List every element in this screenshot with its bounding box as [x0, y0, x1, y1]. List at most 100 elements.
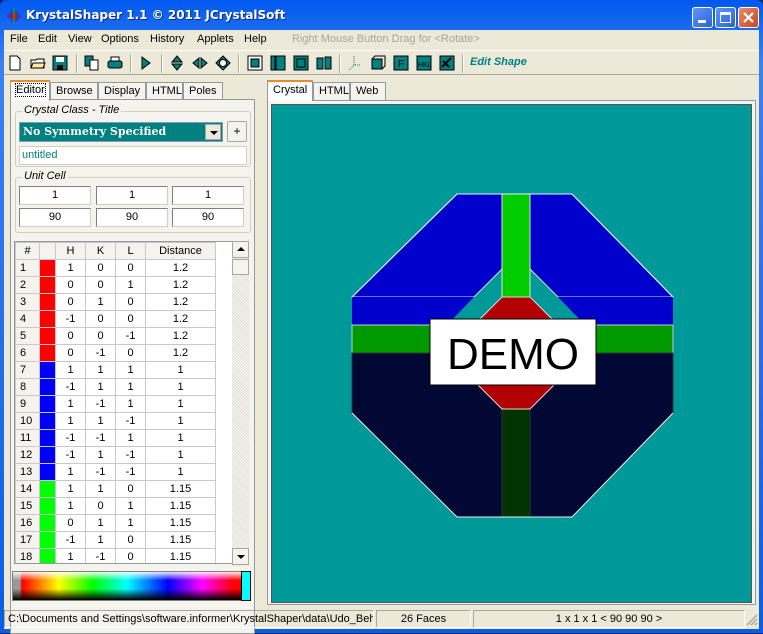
cell-distance[interactable]: 1 [145, 463, 216, 481]
row-number[interactable]: 18 [15, 548, 40, 563]
cell-h[interactable]: 1 [55, 480, 86, 498]
menu-file[interactable]: File [10, 33, 28, 45]
table-row[interactable]: 3 0 1 0 1.2 [15, 293, 216, 311]
cell-distance[interactable]: 1.2 [145, 344, 216, 362]
face-color-swatch[interactable] [39, 480, 56, 498]
color-palette[interactable] [12, 571, 242, 601]
tab-html[interactable]: HTML [146, 82, 183, 100]
cell-k[interactable]: 0 [85, 276, 116, 294]
rotate-horizontal-icon[interactable] [192, 55, 208, 71]
cell-h[interactable]: -1 [55, 378, 86, 396]
col-color-header[interactable] [39, 242, 56, 260]
tab-editor[interactable]: Editor [10, 80, 50, 101]
cell-h[interactable]: -1 [55, 446, 86, 464]
cell-beta-input[interactable]: 90 [96, 208, 168, 227]
row-number[interactable]: 16 [15, 514, 40, 532]
play-icon[interactable] [138, 55, 154, 71]
table-row[interactable]: 15 1 0 1 1.15 [15, 497, 216, 515]
row-number[interactable]: 2 [15, 276, 40, 294]
face-color-swatch[interactable] [39, 276, 56, 294]
col-distance-header[interactable]: Distance [145, 242, 216, 260]
cell-distance[interactable]: 1.15 [145, 531, 216, 549]
scroll-thumb[interactable] [232, 259, 249, 275]
cell-h[interactable]: 1 [55, 497, 86, 515]
cell-distance[interactable]: 1 [145, 395, 216, 413]
cell-k[interactable]: -1 [85, 429, 116, 447]
cell-l[interactable]: 1 [115, 276, 146, 294]
cell-distance[interactable]: 1 [145, 361, 216, 379]
cell-h[interactable]: 0 [55, 293, 86, 311]
cell-l[interactable]: 0 [115, 293, 146, 311]
table-row[interactable]: 12 -1 1 -1 1 [15, 446, 216, 464]
open-icon[interactable] [30, 55, 46, 71]
face-color-swatch[interactable] [39, 548, 56, 563]
cell-l[interactable]: 0 [115, 480, 146, 498]
face-color-swatch[interactable] [39, 378, 56, 396]
face-color-swatch[interactable] [39, 395, 56, 413]
cell-k[interactable]: 0 [85, 310, 116, 328]
maximize-button[interactable] [715, 7, 736, 28]
cell-h[interactable]: -1 [55, 531, 86, 549]
row-number[interactable]: 11 [15, 429, 40, 447]
face-color-swatch[interactable] [39, 310, 56, 328]
cell-k[interactable]: 1 [85, 446, 116, 464]
resize-grip-icon[interactable] [746, 614, 758, 626]
table-row[interactable]: 16 0 1 1 1.15 [15, 514, 216, 532]
view-side-icon[interactable] [270, 55, 286, 71]
table-row[interactable]: 14 1 1 0 1.15 [15, 480, 216, 498]
cell-l[interactable]: 0 [115, 531, 146, 549]
cell-b-input[interactable]: 1 [96, 186, 168, 205]
cell-h[interactable]: 0 [55, 276, 86, 294]
menu-options[interactable]: Options [101, 33, 139, 45]
table-row[interactable]: 2 0 0 1 1.2 [15, 276, 216, 294]
cell-k[interactable]: 1 [85, 361, 116, 379]
menu-applets[interactable]: Applets [197, 33, 234, 45]
col-l-header[interactable]: L [115, 242, 146, 260]
row-number[interactable]: 12 [15, 446, 40, 464]
row-number[interactable]: 14 [15, 480, 40, 498]
selected-color-swatch[interactable] [241, 571, 251, 601]
face-color-swatch[interactable] [39, 463, 56, 481]
cell-distance[interactable]: 1.2 [145, 310, 216, 328]
add-class-button[interactable]: + [227, 121, 247, 142]
row-number[interactable]: 4 [15, 310, 40, 328]
tab-web[interactable]: Web [350, 82, 386, 100]
cell-l[interactable]: -1 [115, 463, 146, 481]
cell-distance[interactable]: 1 [145, 412, 216, 430]
cell-h[interactable]: -1 [55, 429, 86, 447]
rotate-circular-icon[interactable] [215, 55, 231, 71]
cell-l[interactable]: 0 [115, 310, 146, 328]
cell-distance[interactable]: 1.15 [145, 514, 216, 532]
col-h-header[interactable]: H [55, 242, 86, 260]
col-k-header[interactable]: K [85, 242, 116, 260]
cell-distance[interactable]: 1.2 [145, 327, 216, 345]
cell-k[interactable]: -1 [85, 344, 116, 362]
cell-h[interactable]: 0 [55, 344, 86, 362]
tab-crystal[interactable]: Crystal [267, 80, 313, 101]
face-color-swatch[interactable] [39, 497, 56, 515]
cell-k[interactable]: 1 [85, 378, 116, 396]
table-row[interactable]: 6 0 -1 0 1.2 [15, 344, 216, 362]
row-number[interactable]: 3 [15, 293, 40, 311]
table-row[interactable]: 5 0 0 -1 1.2 [15, 327, 216, 345]
col-number-header[interactable]: # [15, 242, 40, 260]
view-top-icon[interactable] [293, 55, 309, 71]
cell-l[interactable]: 1 [115, 514, 146, 532]
cell-k[interactable]: 0 [85, 259, 116, 277]
cell-distance[interactable]: 1.15 [145, 548, 216, 563]
row-number[interactable]: 1 [15, 259, 40, 277]
cell-k[interactable]: -1 [85, 548, 116, 563]
row-number[interactable]: 15 [15, 497, 40, 515]
hkl-icon[interactable]: HKL [416, 55, 432, 71]
scroll-down-button[interactable] [232, 548, 249, 565]
cell-h[interactable]: 1 [55, 463, 86, 481]
tab-display[interactable]: Display [98, 82, 146, 100]
cell-l[interactable]: 0 [115, 344, 146, 362]
cell-h[interactable]: -1 [55, 310, 86, 328]
row-number[interactable]: 6 [15, 344, 40, 362]
table-row[interactable]: 13 1 -1 -1 1 [15, 463, 216, 481]
table-row[interactable]: 4 -1 0 0 1.2 [15, 310, 216, 328]
crystal-class-select[interactable]: No Symmetry Specified [19, 122, 223, 142]
cell-h[interactable]: 1 [55, 395, 86, 413]
minimize-button[interactable] [692, 7, 713, 28]
